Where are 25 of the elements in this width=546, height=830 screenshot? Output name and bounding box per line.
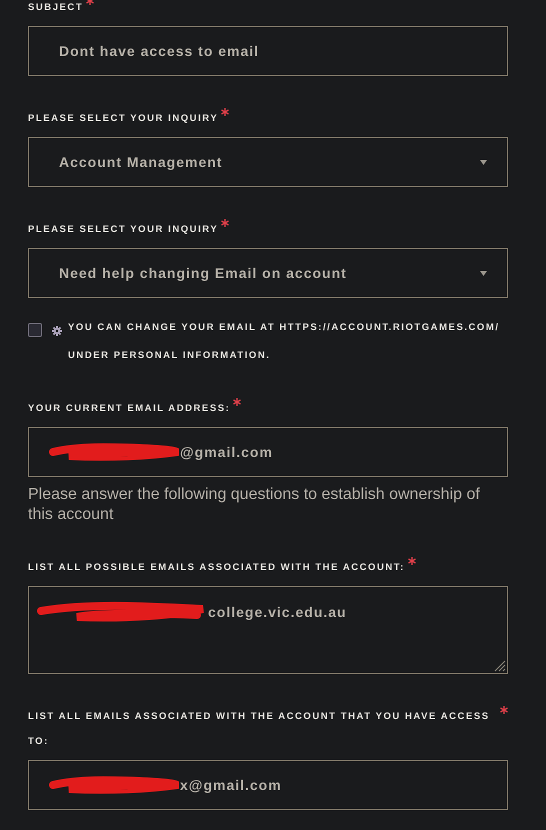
field-label: LIST ALL EMAILS ASSOCIATED WITH THE ACCOUNT THAT YOU HAVE ACCESS TO:: [28, 710, 491, 749]
field-value: x@gmail.com: [180, 777, 282, 793]
field-label: SUBJECT: [28, 1, 84, 15]
field-label: PLEASE SELECT YOUR INQUIRY: [28, 223, 218, 237]
field-value: @gmail.com: [180, 444, 273, 460]
help-text: Please answer the following questions to establish ownership of this account: [28, 485, 481, 525]
dropdown[interactable]: Need help changing Email on account: [28, 248, 508, 298]
text-field[interactable]: Dont have access to email: [28, 26, 508, 76]
dropdown[interactable]: Account Management: [28, 137, 508, 187]
caret-icon: [480, 160, 487, 164]
field-label: YOUR CURRENT EMAIL ADDRESS:: [28, 402, 230, 416]
dropdown-value: Account Management: [59, 154, 222, 170]
field-value: Dont have access to email: [59, 43, 260, 59]
dropdown-value: Need help changing Email on account: [59, 265, 347, 281]
text-field[interactable]: @gmail.com: [28, 427, 508, 477]
field-value: college.vic.edu.au: [208, 604, 347, 620]
field-label: PLEASE SELECT YOUR INQUIRY: [28, 112, 218, 126]
checkbox[interactable]: [28, 323, 42, 337]
gear-icon: [52, 326, 62, 336]
text-area[interactable]: college.vic.edu.au: [28, 586, 508, 674]
caret-icon: [480, 270, 487, 276]
resize-grip-icon[interactable]: [494, 660, 506, 672]
text-field[interactable]: x@gmail.com: [28, 760, 508, 810]
field-label: LIST ALL POSSIBLE EMAILS ASSOCIATED WITH THE ACCOUNT:: [28, 561, 405, 575]
checkbox-label: YOU CAN CHANGE YOUR EMAIL AT HTTPS://ACCOUNT.RIOTGAMES.COM/ UNDER PERSONAL INFORMATION.: [68, 321, 501, 363]
